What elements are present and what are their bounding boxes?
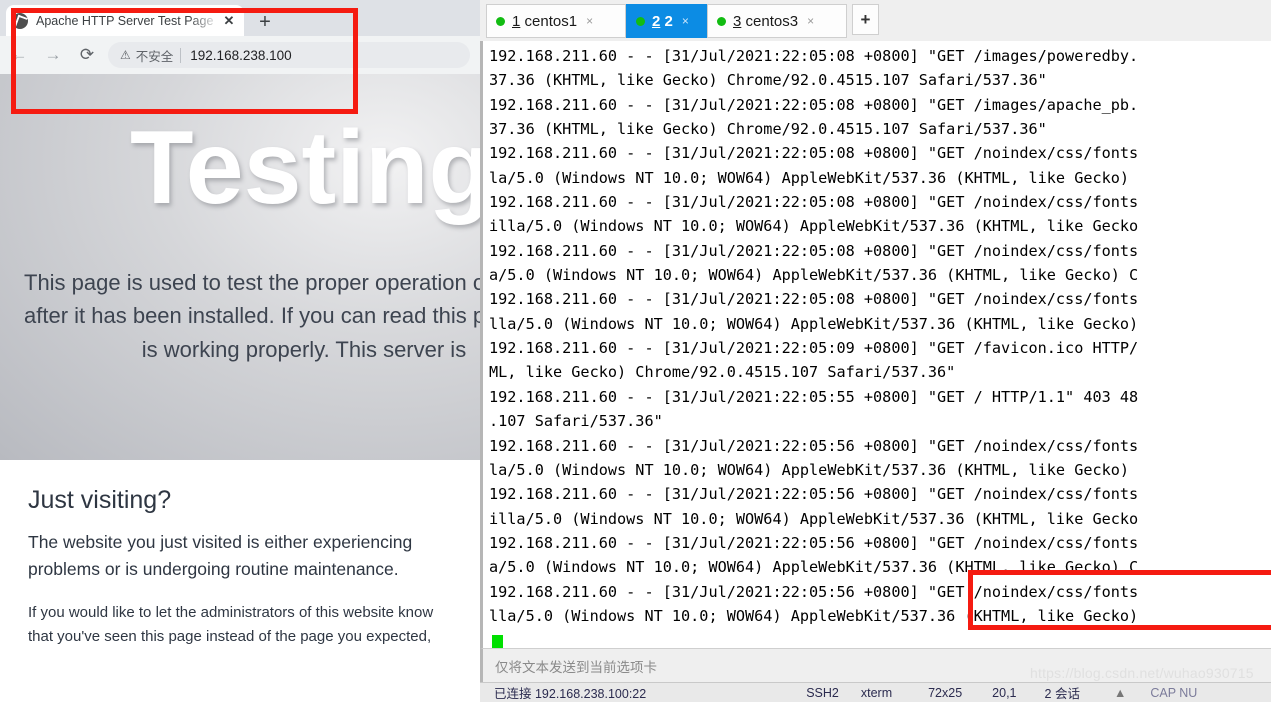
terminal-tab-index: 2 [652,12,661,30]
terminal-tab-2[interactable]: 2 2 × [626,4,707,38]
terminal-log-line: lla/5.0 (Windows NT 10.0; WOW64) AppleWe… [489,606,1139,625]
terminal-log-line: 192.168.211.60 - - [31/Jul/2021:22:05:56… [489,436,1139,455]
page-title: Testing 123.. [130,110,480,226]
terminal-tab-name: 2 [664,12,673,30]
terminal-output-screen[interactable]: 192.168.211.60 - - [31/Jul/2021:22:05:08… [480,41,1271,654]
terminal-log-line: 192.168.211.60 - - [31/Jul/2021:22:05:08… [489,241,1139,260]
terminal-log-line: la/5.0 (Windows NT 10.0; WOW64) AppleWeb… [489,460,1130,479]
xshell-terminal-window: 1 centos1 × 2 2 × 3 centos3 × + 192.168.… [480,0,1271,702]
status-caps-indicator: CAP NU [1150,685,1198,700]
terminal-log-line: ML, like Gecko) Chrome/92.0.4515.107 Saf… [489,363,956,382]
terminal-new-tab-button[interactable]: + [852,4,879,35]
terminal-log-line: la/5.0 (Windows NT 10.0; WOW64) AppleWeb… [489,168,1130,187]
terminal-log-line: 192.168.211.60 - - [31/Jul/2021:22:05:08… [489,144,1139,163]
status-cursor-position: 20,1 [992,685,1017,700]
terminal-tab-centos1[interactable]: 1 centos1 × [486,4,626,38]
hero-line-3: is working properly. This server is [141,336,467,362]
terminal-log-line: 192.168.211.60 - - [31/Jul/2021:22:05:08… [489,95,1139,114]
status-connection: 已连接 192.168.238.100:22 [494,687,647,701]
terminal-tab-label: 3 centos3 [733,13,798,30]
section-small-text: If you would like to let the administrat… [28,604,434,645]
terminal-log-line: illa/5.0 (Windows NT 10.0; WOW64) AppleW… [489,217,1139,236]
terminal-tab-label: 1 centos1 [512,13,577,30]
browser-address-bar-highlight [11,8,358,114]
terminal-log-line: 192.168.211.60 - - [31/Jul/2021:22:05:08… [489,290,1139,309]
terminal-log-line: lla/5.0 (Windows NT 10.0; WOW64) AppleWe… [489,314,1139,333]
status-dot-icon [717,16,726,26]
hero-paragraph: This page is used to test the proper ope… [24,266,480,366]
watermark-text: https://blog.csdn.net/wuhao930715 [1030,665,1254,681]
status-dot-icon [496,16,505,26]
status-protocol: SSH2 [806,685,839,700]
apache-test-hero: Testing 123.. This page is used to test … [0,74,480,460]
close-icon[interactable]: × [586,14,593,28]
status-size: 72x25 [928,685,963,700]
terminal-log-line: 192.168.211.60 - - [31/Jul/2021:22:05:55… [489,387,1139,406]
chrome-browser-window: Apache HTTP Server Test Page ✕ + ← → ⟳ ⚠… [0,0,480,702]
terminal-log-line: 192.168.211.60 - - [31/Jul/2021:22:05:08… [489,193,1139,212]
just-visiting-section: Just visiting? The website you just visi… [0,460,480,648]
status-session-count: 2 会话 [1044,687,1080,701]
hero-line-1: This page is used to test the proper ope… [24,270,480,295]
status-term-type: xterm [860,685,893,700]
send-to-tab-placeholder: 仅将文本发送到当前选项卡 [495,659,657,675]
terminal-log-line: a/5.0 (Windows NT 10.0; WOW64) AppleWebK… [489,266,1139,285]
terminal-tab-centos3[interactable]: 3 centos3 × [707,4,847,38]
terminal-status-bar: 已连接 192.168.238.100:22 SSH2 xterm 72x25 … [480,682,1271,702]
terminal-tab-label: 2 2 [652,13,673,30]
status-indicator-icon: ▲ [1113,685,1127,700]
close-icon[interactable]: × [807,14,814,28]
section-lead-text: The website you just visited is either e… [28,532,413,580]
screenshot-root: Apache HTTP Server Test Page ✕ + ← → ⟳ ⚠… [0,0,1271,702]
terminal-tab-bar: 1 centos1 × 2 2 × 3 centos3 × + [480,0,1271,42]
terminal-log-line: a/5.0 (Windows NT 10.0; WOW64) AppleWebK… [489,558,1139,577]
terminal-tab-index: 1 [512,12,521,30]
terminal-log-line: 37.36 (KHTML, like Gecko) Chrome/92.0.45… [489,71,1047,90]
status-dot-icon [636,16,645,26]
terminal-log-line: 192.168.211.60 - - [31/Jul/2021:22:05:56… [489,533,1139,552]
terminal-log-line: .107 Safari/537.36" [489,412,663,431]
terminal-log-line: 192.168.211.60 - - [31/Jul/2021:22:05:56… [489,582,1139,601]
section-heading: Just visiting? [28,486,172,514]
close-icon[interactable]: × [682,14,689,28]
terminal-log-line: 192.168.211.60 - - [31/Jul/2021:22:05:09… [489,339,1139,358]
terminal-tab-index: 3 [733,12,742,30]
hero-line-2: after it has been installed. If you can … [24,303,480,329]
terminal-tab-name: centos3 [745,12,799,30]
terminal-log-line: illa/5.0 (Windows NT 10.0; WOW64) AppleW… [489,509,1139,528]
terminal-log-line: 37.36 (KHTML, like Gecko) Chrome/92.0.45… [489,120,1047,139]
terminal-tab-name: centos1 [524,12,578,30]
terminal-log-lines: 192.168.211.60 - - [31/Jul/2021:22:05:08… [489,44,1271,628]
browser-page-content: Testing 123.. This page is used to test … [0,74,480,702]
terminal-log-line: 192.168.211.60 - - [31/Jul/2021:22:05:08… [489,47,1139,65]
terminal-log-line: 192.168.211.60 - - [31/Jul/2021:22:05:56… [489,485,1139,504]
